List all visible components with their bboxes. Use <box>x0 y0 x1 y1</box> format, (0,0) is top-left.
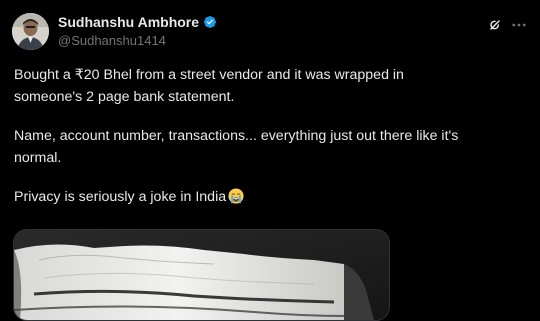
more-options-icon[interactable] <box>508 14 530 36</box>
tweet-line: Bought a ₹20 Bhel from a street vendor a… <box>14 67 404 83</box>
avatar-image <box>12 13 49 50</box>
tweet-text: Bought a ₹20 Bhel from a street vendor a… <box>14 64 529 208</box>
tweet-line: normal. <box>14 150 62 166</box>
author-name-row: Sudhanshu Ambhore <box>58 14 217 30</box>
author-handle[interactable]: @Sudhanshu1414 <box>58 33 166 48</box>
tweet-card[interactable]: Sudhanshu Ambhore @Sudhanshu1414 Bought … <box>0 0 540 321</box>
tweet-photo[interactable] <box>13 229 390 321</box>
verified-badge-icon <box>203 15 217 29</box>
tweet-line: Privacy is seriously a joke in India <box>14 189 227 205</box>
tweet-line: someone's 2 page bank statement. <box>14 89 235 105</box>
tweet-line-with-emoji: Privacy is seriously a joke in India <box>14 186 529 208</box>
tweet-line: Name, account number, transactions... ev… <box>14 128 459 144</box>
author-display-name[interactable]: Sudhanshu Ambhore <box>58 14 199 30</box>
loudly-crying-face-emoji <box>228 188 244 204</box>
avatar[interactable] <box>12 13 49 50</box>
photo-image <box>14 230 389 320</box>
grok-icon[interactable] <box>484 14 506 36</box>
